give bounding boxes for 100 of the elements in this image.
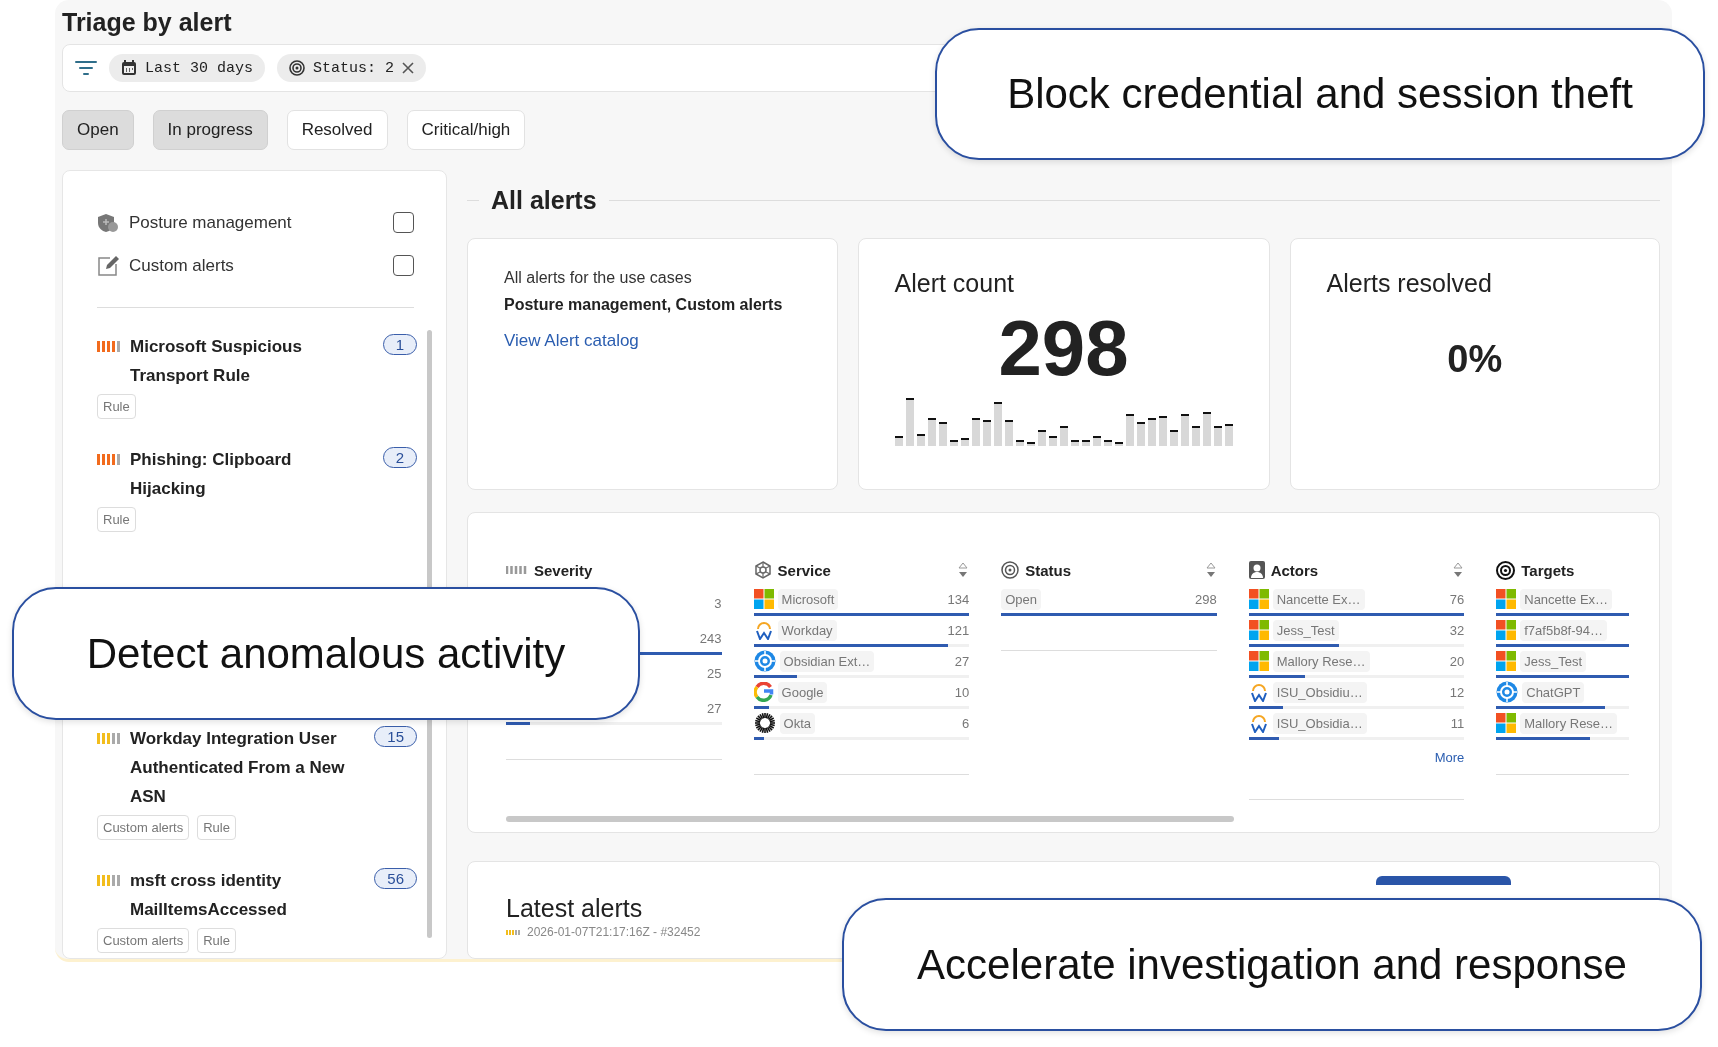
card-title: Latest alerts (506, 894, 643, 923)
count-text: 32 (1449, 622, 1465, 638)
row-label[interactable]: Nancette Ex… (1272, 588, 1365, 610)
action-button[interactable] (1376, 876, 1511, 885)
sparkline-bar (1048, 436, 1057, 446)
sparkline-bar (894, 436, 903, 446)
count-text: 3 (714, 595, 722, 611)
card-title: Alert count (894, 269, 1015, 298)
alert-row-text[interactable]: 2026-01-07T21:17:16Z - #32452 (527, 925, 701, 939)
row-label[interactable]: ISU_Obsidiu… (1272, 681, 1367, 703)
row-label[interactable]: Jess_Test (1520, 650, 1587, 672)
checkbox[interactable] (393, 255, 414, 276)
scrollbar[interactable] (506, 816, 1234, 822)
row-label[interactable]: Obsidian Ext… (779, 650, 875, 672)
four-squares-icon (753, 589, 774, 609)
person-icon (1248, 561, 1265, 579)
callout: Accelerate investigation and response (842, 898, 1702, 1031)
use-case-label: Custom alerts (129, 255, 235, 276)
count-text: 20 (1449, 653, 1465, 669)
row-label[interactable]: Nancette Ex… (1520, 588, 1613, 610)
more-link[interactable]: More (1434, 750, 1465, 765)
count-text: 10 (954, 684, 970, 700)
sparkline-bar (1059, 426, 1068, 446)
row-label[interactable]: Mallory Rese… (1272, 650, 1370, 672)
sparkline-bar (1103, 440, 1112, 446)
alert-title[interactable]: msft cross identity MailItemsAccessed (130, 866, 352, 924)
sparkline-bar (1136, 422, 1145, 446)
count-badge: 2 (382, 447, 417, 468)
sparkline-bar (1191, 426, 1200, 446)
column-header: Actors (1270, 561, 1320, 579)
alert-title[interactable]: Microsoft Suspicious Transport Rule (130, 332, 352, 390)
sparkline-bar (1026, 442, 1035, 446)
arc-zigzag-icon (1248, 682, 1269, 702)
sparkline-bar (1125, 414, 1134, 446)
sparkline-bar (960, 438, 969, 446)
filter-icon (75, 60, 97, 76)
card-title: Alerts resolved (1326, 269, 1493, 298)
count-text: 25 (707, 665, 722, 681)
row-label[interactable]: Workday (777, 619, 837, 641)
arc-zigzag-icon (1248, 713, 1269, 733)
filter-chip[interactable]: Status: 2 (277, 54, 427, 82)
crosshair-circle-icon (753, 650, 776, 672)
count-text: 27 (954, 653, 970, 669)
status-tab[interactable]: In progress (152, 110, 268, 150)
row-label[interactable]: Mallory Rese… (1520, 712, 1618, 734)
row-label[interactable]: Jess_Test (1272, 619, 1339, 641)
row-label[interactable]: ChatGPT (1522, 681, 1585, 703)
four-squares-icon (1496, 589, 1517, 609)
crosshair-circle-icon (1496, 681, 1519, 703)
count-text: 12 (1449, 684, 1465, 700)
target-icon (1496, 560, 1516, 580)
row-label[interactable]: Microsoft (777, 588, 839, 610)
count-text: 27 (707, 700, 722, 716)
sparkline-bar (1092, 436, 1101, 446)
summary-text: All alerts for the use cases (504, 269, 693, 287)
checkbox[interactable] (393, 212, 414, 233)
row-label[interactable]: Okta (779, 712, 816, 734)
target-icon (289, 60, 306, 76)
sparkline-bar (1158, 416, 1167, 446)
edit-icon (97, 254, 119, 277)
row-label[interactable]: f7af5b8f-94… (1520, 619, 1608, 641)
column-header: Targets (1521, 561, 1576, 579)
catalog-link[interactable]: View Alert catalog (504, 331, 639, 351)
sparkline-bar (949, 440, 958, 446)
count-text: 298 (1195, 591, 1217, 607)
count-badge: 56 (374, 868, 417, 889)
alert-title[interactable]: Phishing: Clipboard Hijacking (130, 445, 352, 503)
tag: Custom alerts (97, 928, 190, 953)
callout: Detect anomalous activity (12, 587, 640, 720)
metric-value: 0% (1446, 338, 1504, 381)
four-squares-icon (1248, 651, 1269, 671)
sparkline-bar (1004, 420, 1013, 446)
filter-chip[interactable]: Last 30 days (109, 54, 266, 82)
page-title: Triage by alert (62, 7, 233, 38)
tag: Rule (197, 815, 236, 840)
status-tab[interactable]: Open (62, 110, 134, 150)
tag: Custom alerts (97, 815, 190, 840)
alert-title[interactable]: Workday Integration User Authenticated From a New ASN (130, 724, 352, 811)
tag: Rule (97, 507, 136, 532)
callout: Block credential and session theft (935, 28, 1705, 160)
sparkline-bar (1169, 430, 1178, 446)
count-text: 121 (947, 622, 970, 638)
sparkline-bar (927, 418, 936, 446)
four-squares-icon (1496, 713, 1517, 733)
four-squares-icon (1248, 589, 1269, 609)
row-label[interactable]: Open (1001, 588, 1041, 610)
sparkline-bar (993, 402, 1002, 446)
sparkline-bar (1114, 442, 1123, 446)
sparkline-bar (905, 398, 914, 446)
count-text: 6 (961, 715, 970, 731)
row-label[interactable]: Google (777, 681, 828, 703)
row-label[interactable]: ISU_Obsidia… (1272, 712, 1367, 734)
severity-icon (506, 565, 528, 575)
sparkline-bar (938, 422, 947, 446)
status-tab[interactable]: Critical/high (406, 110, 526, 150)
tag: Rule (197, 928, 236, 953)
sparkline-bar (1015, 440, 1024, 446)
column-header: Service (777, 561, 832, 579)
status-tab[interactable]: Resolved (286, 110, 388, 150)
use-case-label: Posture management (129, 212, 293, 233)
